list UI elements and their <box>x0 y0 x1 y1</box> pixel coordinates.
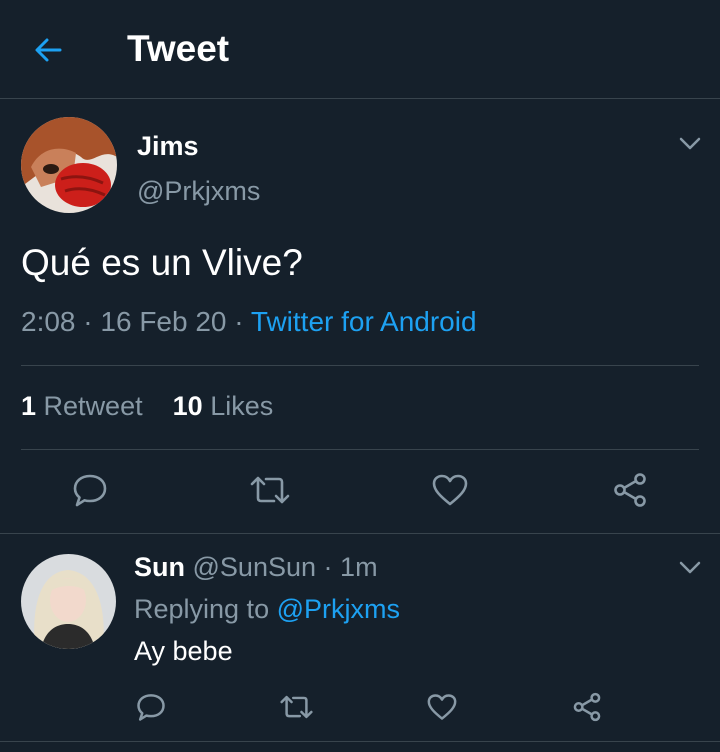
divider <box>0 741 720 742</box>
arrow-left-icon <box>35 38 62 62</box>
reply-author-name[interactable]: Sun <box>134 552 185 582</box>
reply-time: 1m <box>340 552 378 582</box>
reply-text: Ay bebe <box>134 636 233 666</box>
tweet-text: Qué es un Vlive? <box>21 242 303 283</box>
tweet-date: 16 Feb 20 <box>100 306 227 337</box>
separator: · <box>323 552 333 582</box>
likes-stat[interactable]: 10 Likes <box>173 391 274 421</box>
retweet-icon <box>250 476 290 504</box>
share-button[interactable] <box>567 687 607 727</box>
separator: · <box>234 306 244 337</box>
reply-header: Sun @SunSun · 1m <box>134 552 378 583</box>
reply-author-handle[interactable]: @SunSun <box>193 552 317 582</box>
back-button[interactable] <box>30 32 66 68</box>
heart-icon <box>427 694 457 720</box>
reply-tweet[interactable]: Sun @SunSun · 1m Replying to @Prkjxms Ay… <box>0 533 720 742</box>
avatar[interactable] <box>21 117 117 213</box>
tweet-source-link[interactable]: Twitter for Android <box>251 306 477 337</box>
retweet-button[interactable] <box>276 687 316 727</box>
top-bar: Tweet <box>0 0 720 99</box>
reply-button[interactable] <box>70 470 110 510</box>
like-button[interactable] <box>430 470 470 510</box>
divider <box>21 365 699 366</box>
reply-icon <box>73 474 107 507</box>
reply-options-button[interactable] <box>676 554 704 582</box>
heart-icon <box>432 474 468 506</box>
share-button[interactable] <box>610 470 650 510</box>
tweet-time: 2:08 <box>21 306 76 337</box>
avatar[interactable] <box>21 554 116 649</box>
tweet-stats: 1 Retweet 10 Likes <box>21 391 273 422</box>
replying-to: Replying to @Prkjxms <box>134 594 401 624</box>
retweet-stat[interactable]: 1 Retweet <box>21 391 143 421</box>
retweet-icon <box>279 695 313 719</box>
divider <box>21 449 699 450</box>
retweet-button[interactable] <box>250 470 290 510</box>
replying-to-link[interactable]: @Prkjxms <box>277 594 400 624</box>
author-handle[interactable]: @Prkjxms <box>137 176 260 207</box>
tweet-meta: 2:08 · 16 Feb 20 · Twitter for Android <box>21 306 477 338</box>
separator: · <box>83 306 93 337</box>
like-button[interactable] <box>422 687 462 727</box>
page-title: Tweet <box>127 28 230 69</box>
tweet-options-button[interactable] <box>676 130 704 158</box>
author-name[interactable]: Jims <box>137 131 199 162</box>
reply-button[interactable] <box>131 687 171 727</box>
share-icon <box>614 473 646 507</box>
chevron-down-icon <box>679 137 701 150</box>
share-icon <box>573 692 601 722</box>
chevron-down-icon <box>679 561 701 574</box>
reply-icon <box>137 694 165 721</box>
